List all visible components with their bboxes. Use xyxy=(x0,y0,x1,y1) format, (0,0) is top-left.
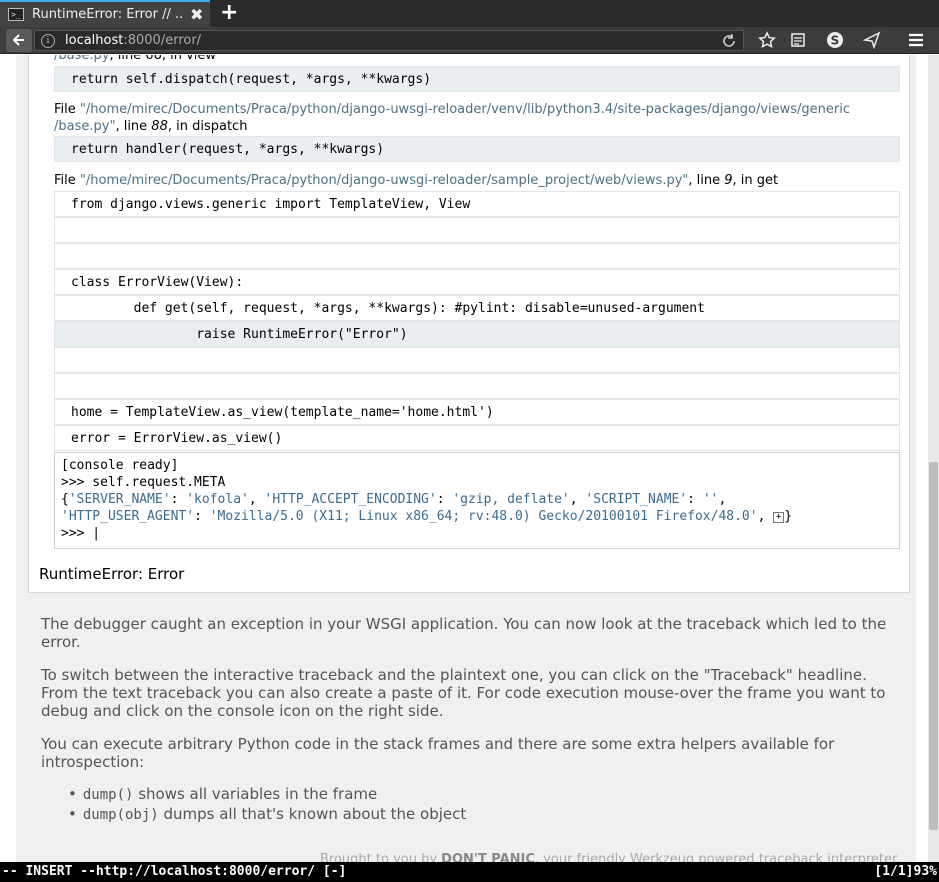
frame-file-prefix: File xyxy=(54,173,80,188)
status-mode-url: -- INSERT --http://localhost:8000/error/… xyxy=(2,864,347,879)
source-line[interactable]: error = ErrorView.as_view() xyxy=(54,425,900,451)
console-input-line: >>> self.request.META xyxy=(61,475,226,490)
back-button[interactable] xyxy=(6,29,32,52)
terminal-icon: >_ xyxy=(8,8,24,21)
scrollbar-thumb[interactable] xyxy=(929,462,938,830)
console-output: {'SERVER_NAME': 'kofola', 'HTTP_ACCEPT_E… xyxy=(61,492,793,524)
close-tab-icon[interactable]: ✖ xyxy=(190,5,203,24)
url-path: :8000/error/ xyxy=(123,33,202,48)
frame-line-label: , line xyxy=(688,173,725,188)
source-line[interactable]: home = TemplateView.as_view(template_nam… xyxy=(54,399,900,425)
url-text[interactable]: localhost:8000/error/ xyxy=(65,33,201,48)
arrow-left-icon xyxy=(12,34,24,46)
page-scrollbar[interactable] xyxy=(928,55,939,862)
hamburger-menu-icon[interactable] xyxy=(905,31,927,53)
active-tab[interactable]: >_ RuntimeError: Error // ... ✖ xyxy=(0,0,210,27)
frame-file-prefix: File xyxy=(54,102,80,117)
frame-code-line[interactable]: return self.dispatch(request, *args, **k… xyxy=(54,66,900,92)
new-tab-button[interactable]: + xyxy=(220,1,238,25)
explanation-paragraph: You can execute arbitrary Python code in… xyxy=(41,735,835,771)
explanation-paragraph: The debugger caught an exception in your… xyxy=(41,615,887,651)
reader-view-icon[interactable] xyxy=(787,31,809,53)
frame-line-number: 88 xyxy=(151,119,168,134)
list-item: dump() shows all variables in the frame xyxy=(68,785,466,805)
explanation-paragraph: To switch between the interactive traceb… xyxy=(41,666,886,720)
info-icon[interactable]: i xyxy=(41,33,55,48)
source-line[interactable] xyxy=(54,243,900,269)
vim-status-bar: -- INSERT --http://localhost:8000/error/… xyxy=(0,862,939,882)
source-line[interactable]: class ErrorView(View): xyxy=(54,269,900,295)
helpers-list: dump() shows all variables in the frame … xyxy=(68,785,466,825)
frame-line-number: 9 xyxy=(724,173,733,188)
frame-filename: /base.py xyxy=(54,55,110,63)
svg-text:S: S xyxy=(831,34,840,48)
footer-brand: DON'T PANIC xyxy=(441,852,535,862)
frame-filename-cont: /base.py" xyxy=(54,119,116,134)
frame-line-label: , line xyxy=(115,119,152,134)
frame-code-line[interactable]: return handler(request, *args, **kwargs) xyxy=(54,136,900,162)
console-ready: [console ready] xyxy=(61,458,179,473)
frame-file-line[interactable]: File "/home/mirec/Documents/Praca/python… xyxy=(54,172,778,189)
source-line-current[interactable]: raise RuntimeError("Error") xyxy=(54,321,900,347)
error-summary: RuntimeError: Error xyxy=(39,565,185,583)
source-line[interactable]: def get(self, request, *args, **kwargs):… xyxy=(54,295,900,321)
url-bar[interactable]: i localhost:8000/error/ xyxy=(34,30,744,51)
source-line[interactable]: from django.views.generic import Templat… xyxy=(54,191,900,217)
bookmark-star-icon[interactable] xyxy=(756,31,778,53)
tab-title: RuntimeError: Error // ... xyxy=(32,7,184,22)
frame-location: , line 68, in view xyxy=(109,55,217,63)
debug-console[interactable]: [console ready] >>> self.request.META {'… xyxy=(54,452,900,549)
url-host: localhost xyxy=(65,33,124,48)
frame-filename: "/home/mirec/Documents/Praca/python/djan… xyxy=(79,102,851,117)
list-item: dump(obj) dumps all that's known about t… xyxy=(68,805,466,825)
frame-function: , in get xyxy=(732,173,779,188)
frame-function: , in dispatch xyxy=(167,119,248,134)
source-line[interactable] xyxy=(54,373,900,399)
reload-icon[interactable] xyxy=(721,31,737,53)
source-line[interactable] xyxy=(54,217,900,243)
status-position: [1/1]93% xyxy=(874,864,937,879)
skype-icon[interactable]: S xyxy=(824,31,846,53)
footer: Brought to you by DON'T PANIC, your frie… xyxy=(320,852,900,862)
frame-filename: "/home/mirec/Documents/Praca/python/djan… xyxy=(79,173,689,188)
source-line[interactable] xyxy=(54,347,900,373)
console-prompt[interactable]: >>> | xyxy=(61,526,100,541)
page-viewport: /base.py, line 68, in view return self.d… xyxy=(0,55,928,862)
send-icon[interactable] xyxy=(861,31,883,53)
navigation-toolbar: i localhost:8000/error/ S xyxy=(0,27,939,54)
tab-bar: >_ RuntimeError: Error // ... ✖ + xyxy=(0,0,939,27)
expand-icon[interactable]: + xyxy=(773,512,785,523)
frame-file-line[interactable]: File "/home/mirec/Documents/Praca/python… xyxy=(54,101,850,135)
frame-file-line[interactable]: /base.py, line 68, in view xyxy=(54,55,216,64)
